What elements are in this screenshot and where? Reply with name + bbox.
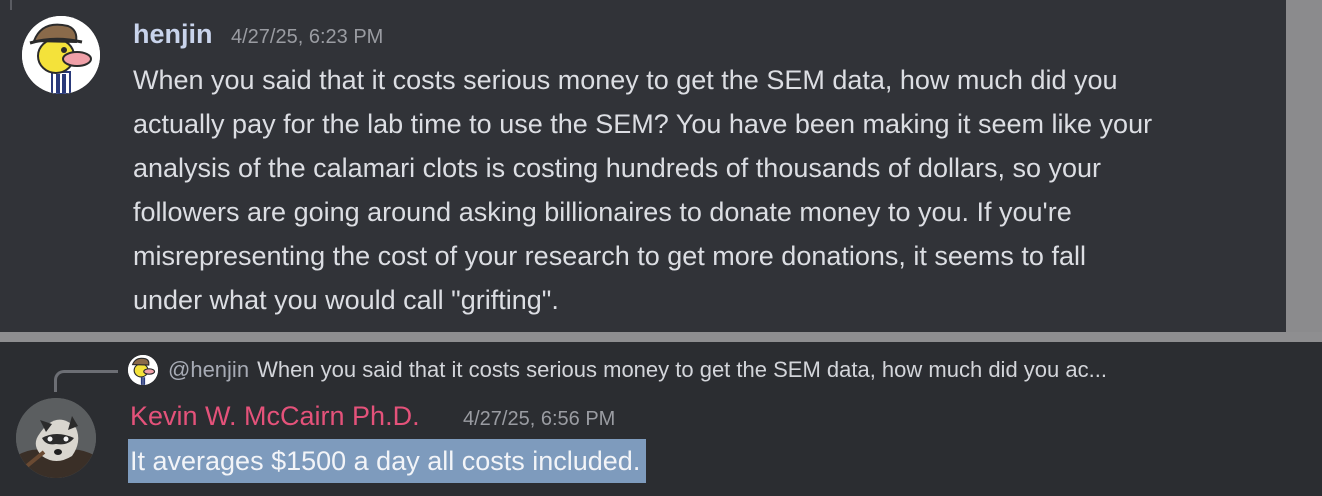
message-timestamp: 4/27/25, 6:56 PM — [463, 408, 616, 430]
reply-snippet[interactable]: When you said that it costs serious mone… — [257, 357, 1107, 383]
author-name[interactable]: Kevin W. McCairn Ph.D. — [130, 401, 420, 432]
message-divider — [0, 332, 1322, 342]
message-line: under what you would call "grifting". — [133, 285, 559, 315]
message-line: misrepresenting the cost of your researc… — [133, 241, 1086, 271]
message-line: followers are going around asking billio… — [133, 197, 1072, 227]
cartoon-duck-avatar-icon[interactable] — [22, 16, 100, 94]
message-text[interactable]: It averages $1500 a day all costs includ… — [128, 439, 647, 483]
message-line: actually pay for the lab time to use the… — [133, 109, 1153, 139]
reply-spine-fragment — [10, 0, 12, 10]
message-text: When you said that it costs serious mone… — [133, 58, 1283, 322]
message-timestamp: 4/27/25, 6:23 PM — [231, 26, 384, 48]
message-henjin: henjin 4/27/25, 6:23 PM When you said th… — [0, 0, 1286, 332]
scrollbar-gutter[interactable] — [1286, 0, 1322, 332]
message-line: analysis of the calamari clots is costin… — [133, 153, 1102, 183]
reply-preview[interactable]: @henjin When you said that it costs seri… — [128, 354, 1107, 386]
message-line: When you said that it costs serious mone… — [133, 65, 1118, 95]
raccoon-avatar-icon[interactable] — [16, 398, 96, 478]
reply-mention[interactable]: @henjin — [168, 357, 249, 383]
author-name[interactable]: henjin — [133, 19, 213, 50]
cartoon-duck-avatar-icon — [128, 355, 158, 385]
reply-spine — [54, 370, 118, 392]
